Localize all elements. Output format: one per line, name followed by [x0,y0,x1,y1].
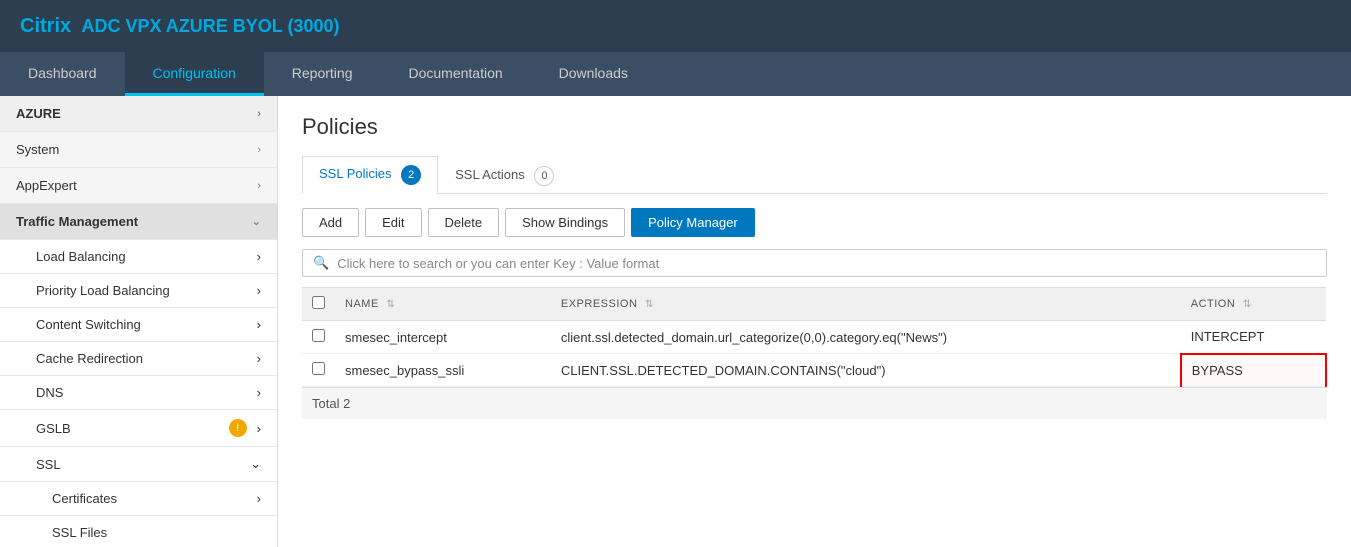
sidebar-item-appexpert[interactable]: AppExpert › [0,168,277,204]
sidebar-item-ssl-files[interactable]: SSL Files [0,516,277,547]
policy-manager-button[interactable]: Policy Manager [631,208,755,237]
sidebar-item-system[interactable]: System › [0,132,277,168]
sidebar-item-certificates[interactable]: Certificates › [0,482,277,516]
col-name: NAME ⇅ [335,288,551,321]
row-expression: CLIENT.SSL.DETECTED_DOMAIN.CONTAINS("clo… [551,354,1181,387]
sidebar-item-priority-load-balancing[interactable]: Priority Load Balancing › [0,274,277,308]
row-action-highlighted: BYPASS [1181,354,1326,387]
page-title: Policies [302,114,1327,140]
policies-table: NAME ⇅ EXPRESSION ⇅ ACTION ⇅ [302,287,1327,387]
policy-tabs: SSL Policies 2 SSL Actions 0 [302,156,1327,194]
tab-documentation[interactable]: Documentation [380,52,530,96]
gslb-warning-badge: ! [229,419,247,437]
app-header: Citrix ADC VPX AZURE BYOL (3000) [0,0,1351,52]
chevron-icon: › [257,283,261,298]
tab-ssl-policies[interactable]: SSL Policies 2 [302,156,438,194]
sidebar-item-dns[interactable]: DNS › [0,376,277,410]
chevron-icon: › [257,421,261,436]
row-checkbox[interactable] [312,329,325,342]
col-action: ACTION ⇅ [1181,288,1326,321]
chevron-icon: › [257,144,261,156]
sidebar-item-ssl[interactable]: SSL ⌄ [0,447,277,482]
select-all-checkbox[interactable] [312,296,325,309]
sidebar-item-content-switching[interactable]: Content Switching › [0,308,277,342]
delete-button[interactable]: Delete [428,208,500,237]
sort-icon: ⇅ [645,299,654,310]
sidebar-item-gslb[interactable]: GSLB ! › [0,410,277,447]
chevron-icon: ⌄ [250,456,261,472]
row-checkbox[interactable] [312,362,325,375]
sidebar-item-azure[interactable]: AZURE › [0,96,277,132]
content-area: AZURE › System › AppExpert › Traffic Man… [0,96,1351,547]
sort-icon: ⇅ [1243,299,1252,310]
tab-downloads[interactable]: Downloads [531,52,656,96]
search-bar[interactable]: 🔍 Click here to search or you can enter … [302,249,1327,277]
tab-ssl-actions[interactable]: SSL Actions 0 [438,157,571,194]
sidebar-item-load-balancing[interactable]: Load Balancing › [0,240,277,274]
row-checkbox-cell [302,321,335,354]
chevron-icon: › [257,317,261,332]
sidebar: AZURE › System › AppExpert › Traffic Man… [0,96,278,547]
sidebar-item-traffic-management[interactable]: Traffic Management ⌄ [0,204,277,240]
action-bar: Add Edit Delete Show Bindings Policy Man… [302,208,1327,237]
chevron-icon: › [257,491,261,506]
main-content: Policies SSL Policies 2 SSL Actions 0 Ad… [278,96,1351,547]
col-checkbox [302,288,335,321]
chevron-icon: › [257,180,261,192]
chevron-icon: › [257,249,261,264]
main-nav: Dashboard Configuration Reporting Docume… [0,52,1351,96]
add-button[interactable]: Add [302,208,359,237]
search-placeholder: Click here to search or you can enter Ke… [337,256,659,271]
tab-dashboard[interactable]: Dashboard [0,52,125,96]
col-expression: EXPRESSION ⇅ [551,288,1181,321]
edit-button[interactable]: Edit [365,208,421,237]
chevron-icon: › [257,108,261,120]
tab-reporting[interactable]: Reporting [264,52,381,96]
row-name: smesec_intercept [335,321,551,354]
sort-icon: ⇅ [386,299,395,310]
ssl-policies-badge: 2 [401,165,421,185]
table-row: smesec_bypass_ssli CLIENT.SSL.DETECTED_D… [302,354,1326,387]
table-footer: Total 2 [302,387,1327,419]
table-row: smesec_intercept client.ssl.detected_dom… [302,321,1326,354]
ssl-actions-badge: 0 [534,166,554,186]
brand-logo: Citrix ADC VPX AZURE BYOL (3000) [20,15,340,38]
chevron-icon: › [257,351,261,366]
row-name: smesec_bypass_ssli [335,354,551,387]
row-expression: client.ssl.detected_domain.url_categoriz… [551,321,1181,354]
chevron-icon: ⌄ [252,215,261,228]
tab-configuration[interactable]: Configuration [125,52,264,96]
sidebar-item-cache-redirection[interactable]: Cache Redirection › [0,342,277,376]
search-icon: 🔍 [313,255,329,271]
chevron-icon: › [257,385,261,400]
show-bindings-button[interactable]: Show Bindings [505,208,625,237]
row-checkbox-cell [302,354,335,387]
row-action: INTERCEPT [1181,321,1326,354]
